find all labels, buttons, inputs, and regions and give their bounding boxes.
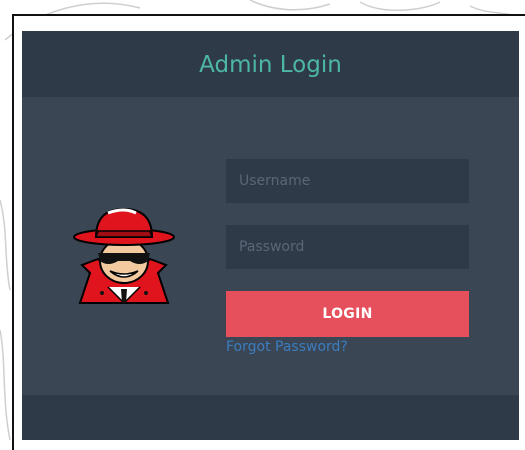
- panel-header: Admin Login: [22, 31, 519, 97]
- spy-mascot-icon: [73, 207, 175, 305]
- login-button[interactable]: LOGIN: [226, 291, 469, 337]
- forgot-password-link[interactable]: Forgot Password?: [226, 339, 348, 355]
- page-title: Admin Login: [199, 52, 342, 78]
- password-input[interactable]: [226, 225, 469, 269]
- panel-footer: [22, 395, 519, 440]
- username-input[interactable]: [226, 159, 469, 203]
- login-panel: Admin Login LOGIN Forgot Password?: [22, 31, 519, 440]
